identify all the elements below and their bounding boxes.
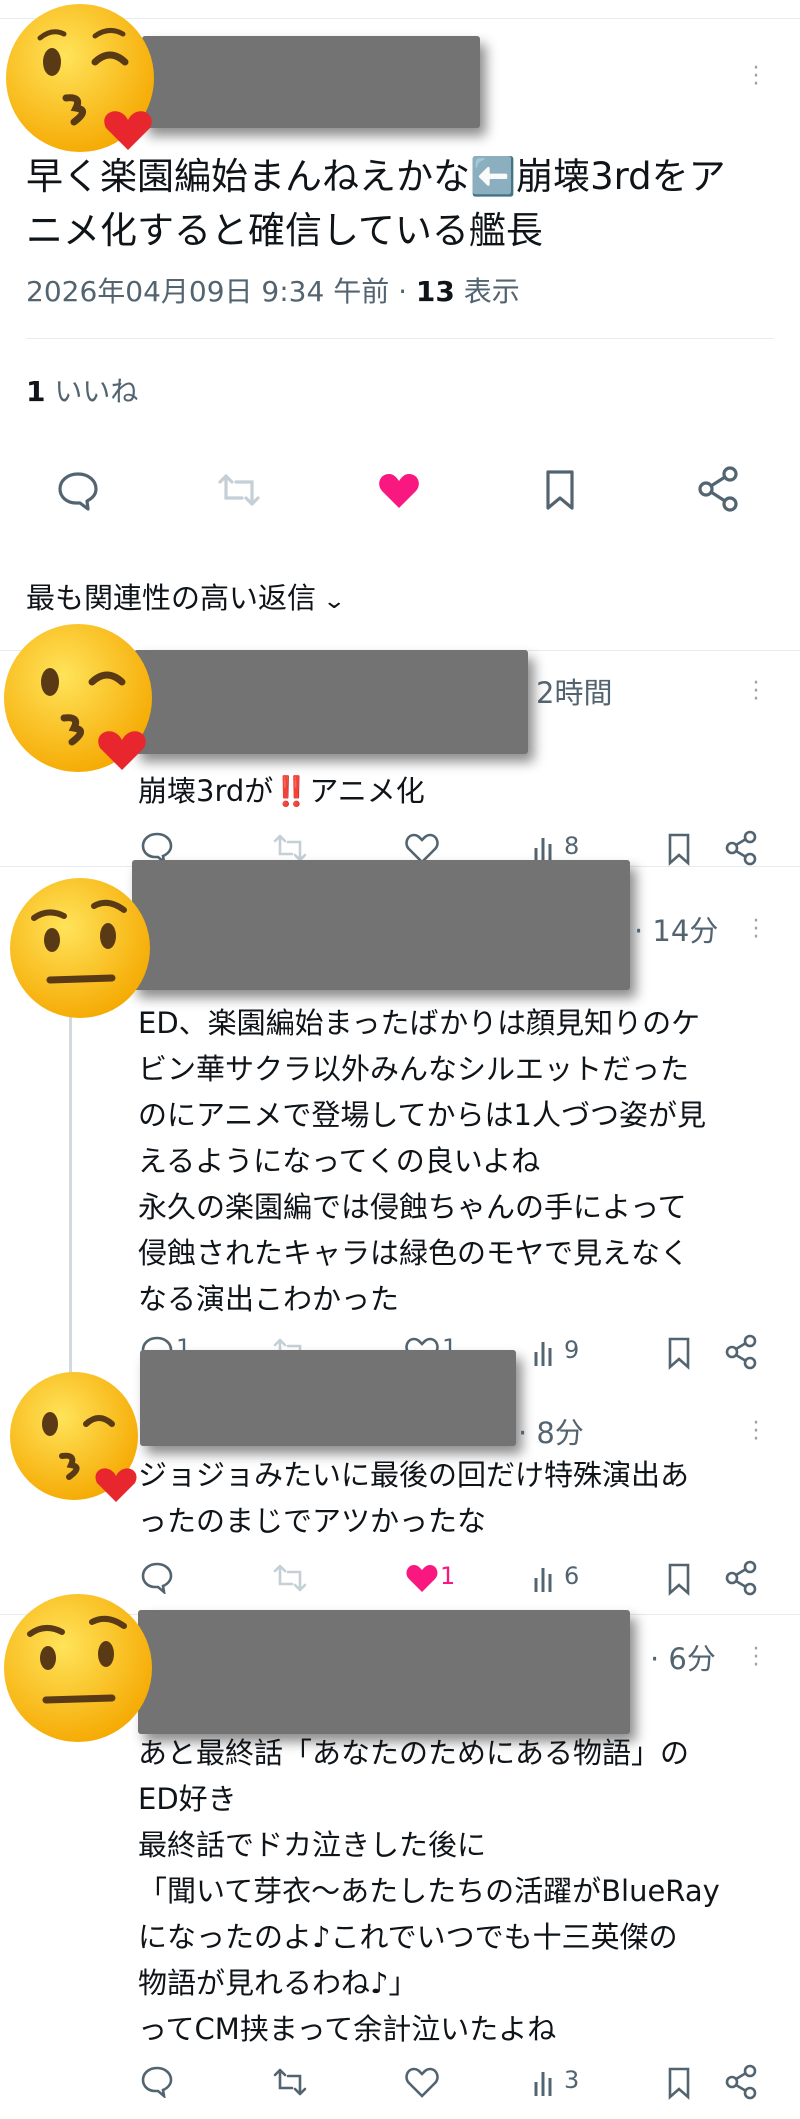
like-icon[interactable] — [404, 1562, 440, 1594]
reply-time: · 14分 — [634, 914, 719, 948]
retweet-icon[interactable] — [272, 1562, 308, 1594]
thread-line — [69, 990, 72, 1378]
chevron-down-icon: ⌄ — [322, 589, 347, 614]
redacted-username — [132, 860, 630, 990]
view-count: 9 — [564, 1336, 580, 1364]
post-text: 早く楽園編始まんねえかな⬅️崩壊3rdをア ニメ化すると確信している艦長 — [26, 155, 726, 252]
raised-eyebrow-emoji-avatar[interactable] — [0, 1588, 160, 1748]
bookmark-icon[interactable] — [664, 832, 694, 866]
retweet-icon[interactable] — [272, 2066, 308, 2098]
like-icon[interactable] — [404, 2066, 440, 2098]
views-icon[interactable] — [532, 2066, 562, 2098]
post-divider — [26, 338, 774, 339]
view-count: 8 — [564, 832, 580, 860]
views-count: 13 — [415, 275, 455, 308]
reply-text: ED、楽園編始まったばかりは顔見知りのケ ビン華サクラ以外みんなシルエットだった… — [138, 1006, 707, 1316]
like-icon[interactable] — [376, 470, 422, 510]
retweet-icon — [218, 474, 260, 506]
more-icon[interactable]: · · · — [750, 911, 762, 949]
more-icon[interactable]: · · · — [750, 58, 762, 96]
kissing-face-emoji-avatar[interactable] — [0, 0, 170, 160]
share-icon[interactable] — [724, 2064, 758, 2100]
reply-text: あと最終話「あなたのためにある物語」の ED好き 最終話でドカ泣きした後に 「聞… — [138, 1736, 720, 2046]
share-icon[interactable] — [724, 1334, 758, 1370]
more-icon[interactable]: · · · — [750, 1413, 762, 1451]
likes-stat[interactable]: 1 いいね — [26, 372, 138, 412]
post-metadata: 2026年04月09日 9:34 午前 · 13 表示 — [26, 275, 520, 308]
share-icon[interactable] — [724, 830, 758, 866]
bookmark-icon[interactable] — [664, 1336, 694, 1370]
redacted-username — [140, 1350, 516, 1446]
share-icon[interactable] — [724, 1560, 758, 1596]
redacted-username — [138, 1610, 630, 1734]
reply-time: 2時間 — [536, 676, 613, 710]
reply-time: · 8分 — [518, 1416, 584, 1450]
reply-text: ジョジョみたいに最後の回だけ特殊演出あ ったのまじでアツかったな — [138, 1458, 690, 1538]
reply-icon[interactable] — [140, 2064, 174, 2098]
more-icon[interactable]: · · · — [750, 673, 762, 711]
view-count: 6 — [564, 1562, 580, 1590]
bookmark-icon[interactable] — [664, 2066, 694, 2100]
bookmark-icon[interactable] — [664, 1562, 694, 1596]
reply-icon[interactable] — [140, 830, 174, 864]
kissing-face-emoji-avatar[interactable] — [0, 612, 160, 782]
share-icon[interactable] — [696, 466, 740, 512]
reply-icon[interactable] — [56, 468, 100, 512]
views-icon[interactable] — [532, 1562, 562, 1594]
post-timestamp: 2026年04月09日 9:34 午前 — [26, 275, 390, 308]
bookmark-icon[interactable] — [540, 468, 580, 512]
redacted-username — [142, 36, 480, 128]
kissing-face-emoji-avatar[interactable] — [6, 1368, 146, 1508]
reply-time: · 6分 — [650, 1642, 716, 1676]
redacted-username — [134, 650, 528, 754]
more-icon[interactable]: · · · — [750, 1639, 762, 1677]
views-icon[interactable] — [532, 1336, 562, 1368]
like-count: 1 — [440, 1562, 456, 1590]
reply-text: 崩壊3rdが‼️アニメ化 — [138, 774, 425, 808]
view-count: 3 — [564, 2066, 580, 2094]
raised-eyebrow-emoji-avatar[interactable] — [8, 876, 152, 1020]
